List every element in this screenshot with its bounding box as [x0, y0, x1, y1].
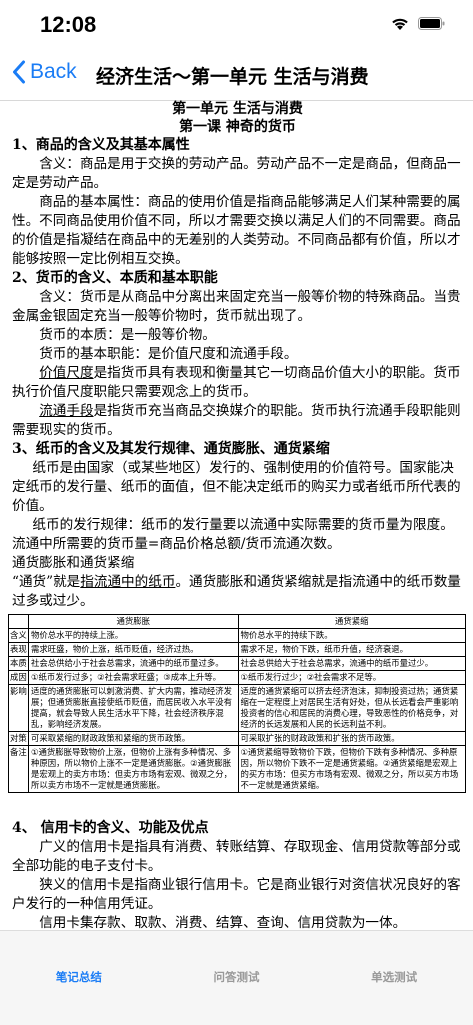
table-cell: 可采取扩张的财政政策和扩张的货币政策。	[237, 731, 467, 746]
status-bar: 12:08	[0, 0, 473, 50]
table-cell: 需求不足，物价下跌，纸币升值，经济衰退。	[237, 642, 467, 657]
row-label: 表现	[8, 642, 29, 657]
back-button[interactable]: Back	[12, 60, 77, 84]
table-row: 备注 ①通货膨胀导致物价上涨，但物价上涨有多种情况、多种原因，所以物价上涨不一定…	[8, 745, 467, 793]
paragraph: 货币的本质：是一般等价物。	[39, 327, 216, 343]
paragraph: 含义：商品是用于交换的劳动产品。劳动产品不一定是商品，但商品一定是劳动产品。	[12, 156, 461, 191]
comparison-table: 通货膨胀 通货紧缩 含义 物价总水平的持续上涨。 物价总水平的持续下跌。 表现 …	[8, 614, 467, 793]
row-label: 影响	[8, 684, 29, 732]
status-time: 12:08	[40, 12, 97, 37]
table-row: 含义 物价总水平的持续上涨。 物价总水平的持续下跌。	[8, 628, 467, 643]
paragraph: 狭义的信用卡是指商业银行信用卡。它是商业银行对资信状况良好的客户发行的一种信用凭…	[12, 877, 461, 912]
table-header-row: 通货膨胀 通货紧缩	[8, 614, 467, 629]
battery-icon	[418, 17, 445, 30]
tab-notes-summary[interactable]: 笔记总结	[0, 931, 158, 1025]
paragraph: 通货膨胀和通货紧缩	[12, 555, 135, 571]
row-label: 对策	[8, 731, 29, 746]
table-cell: 需求旺盛，物价上涨，纸币贬值，经济过热。	[28, 642, 239, 657]
nav-title: 经济生活～第一单元 生活与消费	[96, 66, 369, 88]
underlined-term: 流通手段	[39, 403, 94, 419]
paragraph: 信用卡集存款、取款、消费、结算、查询、信用贷款为一体。	[39, 915, 407, 930]
table-cell: ①纸币发行过多；②社会需求旺盛；③成本上升等。	[28, 670, 239, 685]
paragraph: 纸币是由国家（或某些地区）发行的、强制使用的价值符号。国家能决定纸币的发行量、纸…	[12, 460, 461, 514]
underlined-term: 价值尺度	[39, 365, 94, 381]
paragraph: 商品的基本属性：商品的使用价值是指商品能够满足人们某种需要的属性。不同商品使用价…	[12, 194, 461, 267]
chevron-left-icon	[13, 60, 25, 84]
table-row: 成因 ①纸币发行过多；②社会需求旺盛；③成本上升等。 ①纸币发行过少；②社会需求…	[8, 670, 467, 685]
paragraph: 广义的信用卡是指具有消费、转账结算、存取现金、信用贷款等部分或全部功能的电子支付…	[12, 839, 461, 874]
paragraph: “通货”就是指流通中的纸币。通货膨胀和通货紧缩就是指流通中的纸币数量过多或过少。	[12, 573, 463, 611]
paragraph: 货币的基本职能：是价值尺度和流通手段。	[39, 346, 298, 362]
status-icons	[390, 16, 445, 31]
paragraph-text: “通货”就是	[12, 574, 81, 590]
table-cell: 适度的通货紧缩可以挤去经济泡沫，抑制投资过热；通货紧缩在一定程度上对居民生活有好…	[237, 684, 467, 732]
underlined-term: 指流通中的纸币	[80, 574, 176, 590]
table-cell: 社会总供给小于社会总需求，流通中的纸币量过多。	[28, 656, 239, 671]
section-heading: 4、 信用卡的含义、功能及优点	[12, 820, 209, 836]
back-label: Back	[30, 60, 77, 83]
table-row: 表现 需求旺盛，物价上涨，纸币贬值，经济过热。 需求不足，物价下跌，纸币升值，经…	[8, 642, 467, 657]
table-row: 对策 可采取紧缩的财政政策和紧缩的货币政策。 可采取扩张的财政政策和扩张的货币政…	[8, 731, 467, 746]
table-cell: 物价总水平的持续下跌。	[237, 628, 467, 643]
navigation-bar: Back 经济生活～第一单元 生活与消费	[0, 50, 473, 101]
document-page: 第一单元 生活与消费 第一课 神奇的货币 1、商品的含义及其基本属性 含义：商品…	[0, 100, 473, 930]
tab-bar: 笔记总结 问答测试 单选测试	[0, 930, 473, 1025]
paragraph: 含义：货币是从商品中分离出来固定充当一般等价物的特殊商品。当贵金属金银固定充当一…	[12, 289, 461, 324]
table-cell: ①通货紧缩导致物价下跌，但物价下跌有多种情况、多种原因，所以物价下跌不一定是通货…	[237, 745, 467, 793]
table-cell: 可采取紧缩的财政政策和紧缩的货币政策。	[28, 731, 239, 746]
table-cell: ①纸币发行过少；②社会需求不足等。	[237, 670, 467, 685]
table-cell: 物价总水平的持续上涨。	[28, 628, 239, 643]
table-corner-cell	[8, 614, 29, 629]
unit-title: 第一单元 生活与消费	[172, 101, 303, 117]
table-header-cell: 通货膨胀	[28, 614, 239, 629]
section-heading: 2、货币的含义、本质和基本职能	[12, 270, 218, 286]
table-cell: ①通货膨胀导致物价上涨，但物价上涨有多种情况、多种原因，所以物价上涨不一定是通货…	[28, 745, 239, 793]
note-content[interactable]: 第一单元 生活与消费 第一课 神奇的货币 1、商品的含义及其基本属性 含义：商品…	[0, 100, 473, 930]
wifi-icon	[392, 18, 408, 30]
paragraph: 价值尺度是指货币具有表现和衡量其它一切商品价值大小的职能。货币执行价值尺度职能只…	[12, 364, 463, 402]
table-cell: 社会总供给大于社会总需求，流通中的纸币量过少。	[237, 656, 467, 671]
row-label: 含义	[8, 628, 29, 643]
table-row: 本质 社会总供给小于社会总需求，流通中的纸币量过多。 社会总供给大于社会总需求，…	[8, 656, 467, 671]
table-row: 影响 适度的通货膨胀可以刺激消费、扩大内需，推动经济发展；但通货膨胀直接使纸币贬…	[8, 684, 467, 732]
table-cell: 适度的通货膨胀可以刺激消费、扩大内需，推动经济发展；但通货膨胀直接使纸币贬值，而…	[28, 684, 239, 732]
section-heading: 3、纸币的含义及其发行规律、通货膨胀、通货紧缩	[12, 441, 330, 457]
tab-single-choice-test[interactable]: 单选测试	[315, 931, 473, 1025]
row-label: 本质	[8, 656, 29, 671]
section-heading: 1、商品的含义及其基本属性	[12, 137, 190, 153]
paragraph: 流通手段是指货币充当商品交换媒介的职能。货币执行流通手段职能则需要现实的货币。	[12, 402, 463, 440]
paragraph: 纸币的发行规律：纸币的发行量要以流通中实际需要的货币量为限度。流通中所需要的货币…	[12, 517, 454, 552]
table-header-cell: 通货紧缩	[237, 614, 467, 629]
row-label: 备注	[8, 745, 29, 793]
row-label: 成因	[8, 670, 29, 685]
tab-qa-test[interactable]: 问答测试	[158, 931, 316, 1025]
lesson-title: 第一课 神奇的货币	[179, 119, 296, 135]
